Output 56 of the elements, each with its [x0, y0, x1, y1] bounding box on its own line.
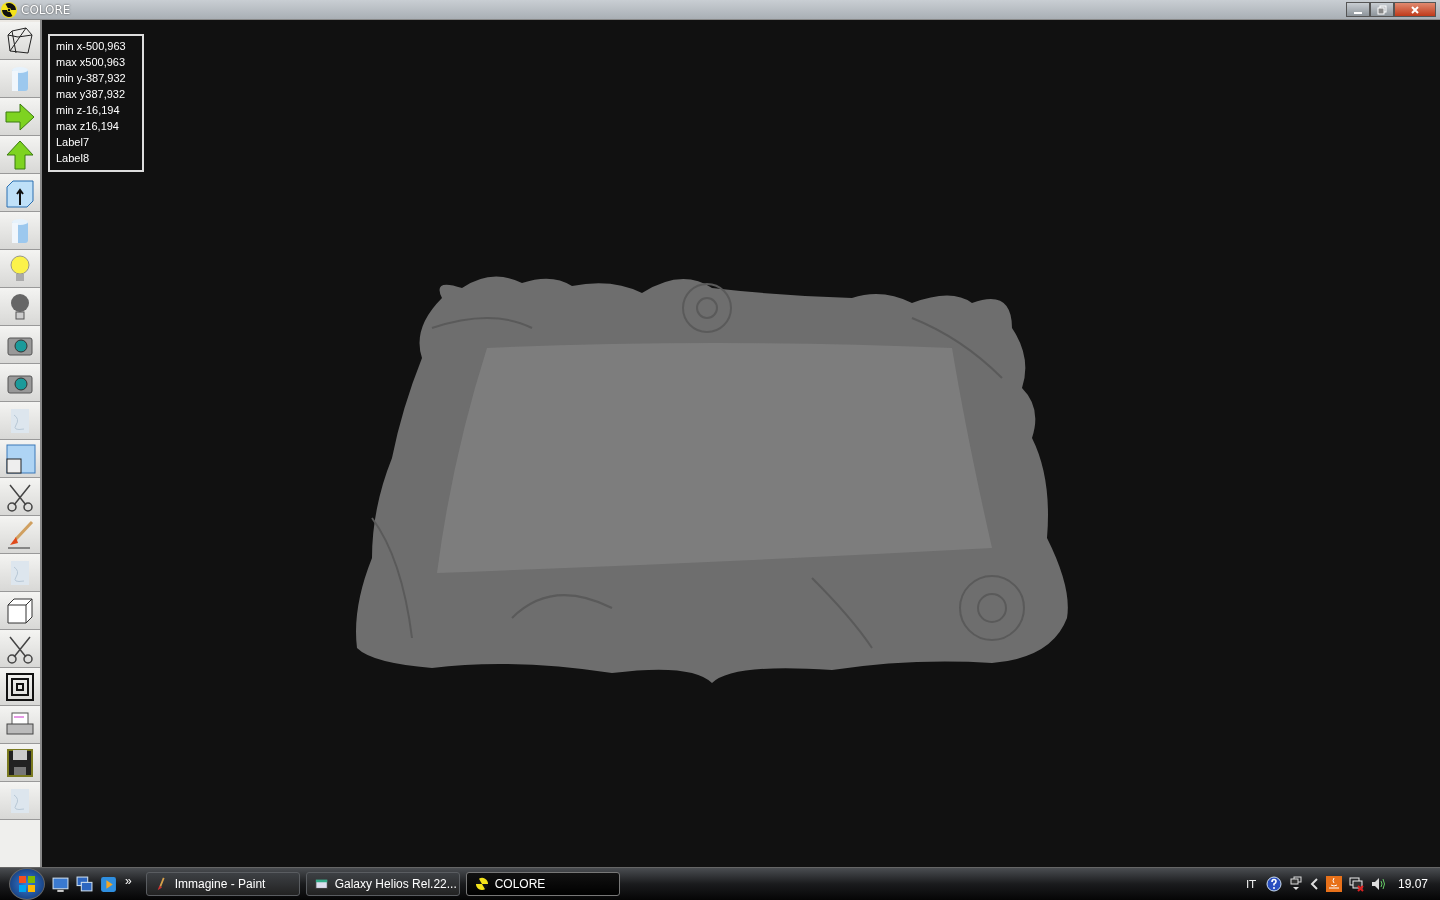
restore-button[interactable]: [1370, 2, 1394, 17]
window-button[interactable]: [0, 440, 40, 478]
help-icon[interactable]: [1265, 876, 1282, 892]
media-player-icon[interactable]: [100, 875, 117, 893]
radiation-icon: [1, 1, 17, 18]
desktop-icon[interactable]: [52, 875, 69, 893]
taskbar-button[interactable]: Immagine - Paint: [145, 872, 300, 896]
bulb-on-button[interactable]: [0, 250, 40, 288]
window-title: COLORE: [21, 2, 71, 17]
info-label: min x-500,963: [56, 39, 127, 54]
windows-switch-icon[interactable]: [1287, 876, 1304, 892]
minimize-button[interactable]: [1346, 2, 1370, 17]
info-label: max z16,194: [56, 119, 120, 134]
bulb-off-button[interactable]: [0, 288, 40, 326]
speaker-icon[interactable]: [1369, 876, 1386, 892]
arrow-right-icon: [4, 100, 36, 133]
radiation-icon: [474, 877, 489, 891]
wireframe-button[interactable]: [0, 22, 40, 60]
info-label: min y-387,932: [56, 71, 127, 86]
window-icon: [314, 877, 329, 891]
texture-button[interactable]: [0, 554, 40, 592]
minimize-icon: [1354, 11, 1362, 14]
java-icon[interactable]: [1325, 876, 1342, 892]
scissors-button[interactable]: [0, 630, 40, 668]
scissors-button[interactable]: [0, 478, 40, 516]
camera-button[interactable]: [0, 326, 40, 364]
floppy-icon: [4, 746, 36, 779]
close-icon: [1410, 4, 1420, 15]
wireframe-icon: [4, 24, 36, 57]
restore-icon: [1377, 4, 1387, 15]
printer-button[interactable]: [0, 706, 40, 744]
window-icon: [4, 442, 36, 475]
info-label: max y387,932: [56, 87, 127, 102]
info-label: Label7: [56, 135, 91, 150]
squares-icon: [4, 670, 36, 703]
windows-logo-icon: [17, 874, 37, 894]
windows-icon[interactable]: [76, 875, 93, 893]
squares-button[interactable]: [0, 668, 40, 706]
chevron-left-icon[interactable]: [1309, 876, 1320, 892]
network-error-icon[interactable]: [1347, 876, 1364, 892]
box-arrow-button[interactable]: [0, 174, 40, 212]
info-label: max x500,963: [56, 55, 127, 70]
arrow-right-button[interactable]: [0, 98, 40, 136]
floppy-button[interactable]: [0, 744, 40, 782]
close-button[interactable]: [1394, 2, 1436, 17]
taskbar-button[interactable]: Galaxy Helios Rel.22...: [305, 872, 460, 896]
camera-button[interactable]: [0, 364, 40, 402]
more-button[interactable]: »: [125, 874, 132, 888]
info-label: min z-16,194: [56, 103, 121, 118]
taskbar-button[interactable]: COLORE: [465, 872, 620, 896]
clock[interactable]: 19.07: [1397, 877, 1428, 891]
cube-button[interactable]: [0, 592, 40, 630]
language-indicator[interactable]: IT: [1246, 877, 1256, 891]
arrow-up-icon: [4, 138, 36, 171]
info-label: Label8: [56, 151, 91, 166]
start-button[interactable]: [9, 868, 45, 900]
